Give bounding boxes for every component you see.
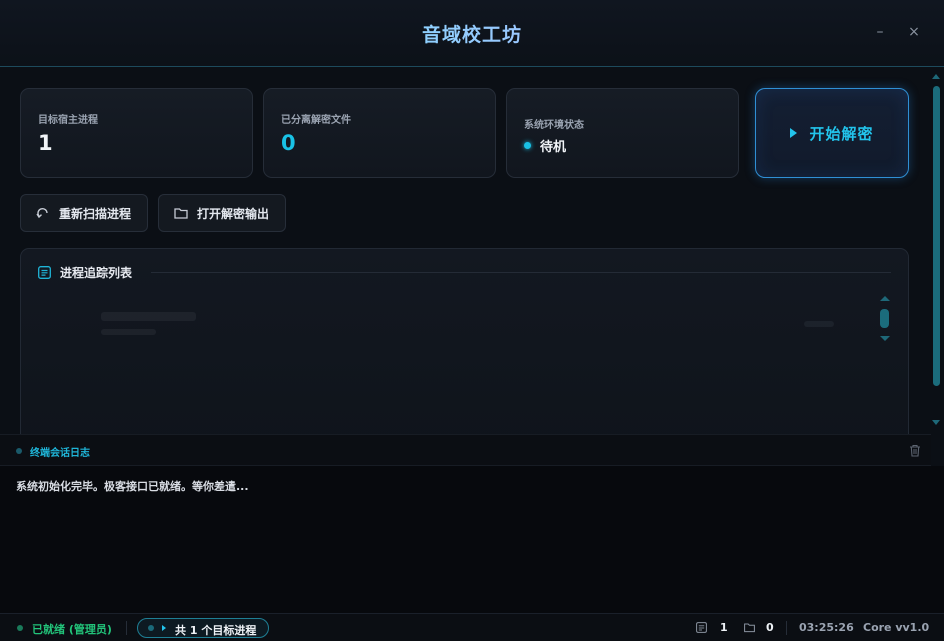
folder-icon bbox=[174, 208, 188, 219]
env-status-row: 待机 bbox=[524, 136, 566, 155]
folders-count: 0 bbox=[766, 621, 774, 634]
scrollbar-thumb[interactable] bbox=[933, 86, 940, 386]
version-text: Core vv1.0 bbox=[863, 621, 930, 634]
main-scrollbar[interactable] bbox=[931, 70, 942, 430]
refresh-icon bbox=[36, 207, 48, 219]
rescan-label: 重新扫描进程 bbox=[59, 206, 132, 221]
env-status-card: 系统环境状态 待机 bbox=[506, 88, 739, 178]
open-output-button[interactable]: 打开解密输出 bbox=[158, 194, 286, 232]
panel-title: 进程追踪列表 bbox=[60, 266, 133, 280]
target-count-text: 共 1 个目标进程 bbox=[175, 624, 257, 637]
log-body: 系统初始化完毕。极客接口已就绪。等你差遣... bbox=[0, 466, 944, 613]
minimize-button[interactable]: – bbox=[872, 24, 888, 40]
list-icon bbox=[38, 266, 51, 279]
status-bar: 已就绪 (管理员) 共 1 个目标进程 1 0 03:25:26 Core vv… bbox=[0, 613, 944, 641]
rescan-button[interactable]: 重新扫描进程 bbox=[20, 194, 148, 232]
close-button[interactable]: × bbox=[906, 24, 922, 40]
pill-play-icon bbox=[162, 625, 166, 631]
ready-status: 已就绪 (管理员) bbox=[32, 623, 112, 636]
target-count-pill: 共 1 个目标进程 bbox=[137, 618, 269, 638]
panel-divider bbox=[151, 272, 891, 273]
status-dot-icon bbox=[524, 142, 531, 149]
list-scroll-down-icon[interactable] bbox=[880, 336, 890, 341]
process-tracking-panel: 进程追踪列表 bbox=[20, 248, 909, 448]
open-output-label: 打开解密输出 bbox=[197, 206, 270, 221]
decrypted-files-card: 已分离解密文件 0 bbox=[263, 88, 496, 178]
status-divider bbox=[786, 621, 787, 635]
files-count: 1 bbox=[720, 621, 728, 634]
host-process-count: 1 bbox=[38, 131, 53, 155]
list-scroll-up-icon[interactable] bbox=[880, 296, 890, 301]
status-divider bbox=[126, 621, 127, 635]
log-dot-icon bbox=[16, 448, 22, 454]
app-title: 音域校工坊 bbox=[0, 20, 944, 47]
file-icon bbox=[696, 622, 707, 633]
start-decrypt-button[interactable]: 开始解密 bbox=[755, 88, 909, 178]
env-status-value: 待机 bbox=[540, 140, 567, 155]
env-status-label: 系统环境状态 bbox=[524, 120, 584, 131]
ready-dot-icon bbox=[17, 625, 23, 631]
decrypted-files-label: 已分离解密文件 bbox=[281, 115, 351, 126]
title-bar: 音域校工坊 – × bbox=[0, 0, 944, 67]
host-process-label: 目标宿主进程 bbox=[38, 115, 98, 126]
list-scroll-thumb[interactable] bbox=[880, 309, 889, 328]
panel-header: 进程追踪列表 bbox=[38, 264, 132, 281]
log-line: 系统初始化完毕。极客接口已就绪。等你差遣... bbox=[16, 480, 249, 493]
play-icon bbox=[790, 128, 798, 138]
scroll-up-icon[interactable] bbox=[932, 74, 940, 79]
process-row-placeholder bbox=[69, 309, 869, 339]
pill-dot-icon bbox=[148, 625, 154, 631]
scroll-down-icon[interactable] bbox=[932, 420, 940, 425]
process-list-scrollbar[interactable] bbox=[879, 296, 891, 344]
start-decrypt-label: 开始解密 bbox=[809, 124, 874, 143]
log-header: 终端会话日志 bbox=[0, 434, 931, 466]
decrypted-files-count: 0 bbox=[281, 131, 296, 155]
log-title: 终端会话日志 bbox=[30, 448, 90, 459]
trash-icon[interactable] bbox=[909, 444, 921, 457]
clock-text: 03:25:26 bbox=[799, 621, 854, 634]
host-process-card: 目标宿主进程 1 bbox=[20, 88, 253, 178]
folder-icon bbox=[744, 623, 755, 633]
